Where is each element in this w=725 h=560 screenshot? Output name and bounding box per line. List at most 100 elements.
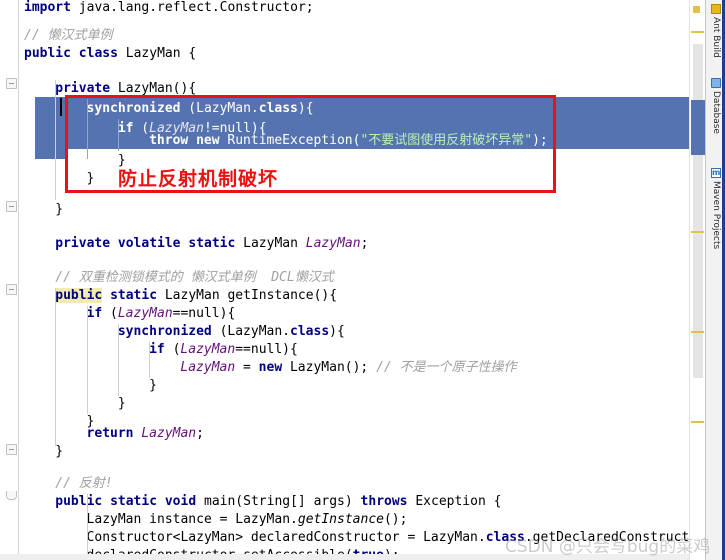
code-token: LazyMan (141, 426, 197, 441)
scrollbar-marker[interactable] (691, 31, 704, 33)
code-token: LazyMan (117, 306, 173, 321)
scrollbar-marker[interactable] (693, 6, 700, 13)
code-token: } (55, 202, 64, 217)
code-token: public (55, 288, 103, 303)
code-token: new (258, 360, 283, 375)
code-line: public class LazyMan { (24, 44, 196, 64)
indent-guide (86, 494, 88, 560)
code-line: synchronized (LazyMan.class){ (118, 322, 345, 342)
code-line: // 反射! (55, 474, 112, 494)
editor-bottom-edge (0, 554, 689, 560)
code-token: static (110, 494, 158, 509)
code-token: } (55, 444, 64, 459)
code-token: ==null){ (172, 306, 236, 321)
code-token: main(String[] args) (196, 494, 361, 509)
scrollbar-thumb[interactable] (693, 44, 703, 378)
code-token: class (258, 101, 298, 116)
indent-guide (55, 288, 57, 446)
code-line: public static LazyMan getInstance(){ (55, 286, 337, 306)
code-line: } (87, 169, 95, 189)
code-token: // 反射! (55, 476, 113, 491)
database-icon (711, 78, 721, 88)
code-editor[interactable]: import java.lang.reflect.Constructor; // … (0, 0, 689, 560)
code-token: LazyMan { (117, 46, 197, 61)
code-token: class (290, 324, 330, 339)
code-token: RuntimeException( (219, 133, 361, 148)
code-token: return (86, 426, 134, 441)
indent-guide (86, 306, 88, 414)
tool-window-tab-ant-build[interactable]: Ant Build (706, 4, 725, 58)
code-token: (LazyMan. (211, 324, 291, 339)
code-line: Constructor<LazyMan> declaredConstructor… (87, 528, 689, 548)
code-token: // 不是一个原子性操作 (376, 360, 517, 375)
code-line: return LazyMan; (87, 424, 204, 444)
code-token: static (188, 236, 236, 251)
code-token: public (24, 46, 71, 61)
maven-icon: m (711, 168, 721, 178)
code-token: getInstance (297, 512, 384, 527)
scrollbar-marker[interactable] (691, 331, 704, 333)
code-token: } (149, 378, 157, 393)
code-token: private (55, 81, 111, 96)
ant-icon (711, 4, 721, 14)
tool-window-tab-label: Maven Projects (711, 181, 721, 250)
code-token: LazyMan (305, 236, 361, 251)
code-content[interactable]: import java.lang.reflect.Constructor; // … (0, 0, 689, 560)
code-token: // 懒汉式单例 (24, 28, 113, 43)
code-line: import java.lang.reflect.Constructor; (24, 0, 314, 18)
code-token: LazyMan instance = LazyMan. (86, 512, 298, 527)
code-token: LazyMan (180, 360, 236, 375)
code-token: "不要试图使用反射破坏异常" (360, 133, 533, 148)
code-token: volatile (117, 236, 181, 251)
code-line: } (55, 200, 63, 220)
code-line: throw new RuntimeException("不要试图使用反射破坏异常… (149, 131, 548, 151)
tool-window-tab-database[interactable]: Database (706, 78, 725, 134)
code-token: new (196, 133, 220, 148)
code-token: throws (360, 494, 408, 509)
code-token: LazyMan (180, 342, 236, 357)
indent-guide (117, 119, 119, 151)
code-token: throw (149, 133, 189, 148)
code-token: = (235, 360, 259, 375)
code-token: .getDeclaredConstructor( (524, 530, 689, 545)
code-token: if (86, 306, 103, 321)
tool-window-tab-maven-projects[interactable]: m Maven Projects (706, 168, 725, 249)
code-line: private volatile static LazyMan LazyMan; (55, 234, 368, 254)
code-token: import (24, 0, 71, 15)
scrollbar-marker[interactable] (691, 231, 704, 233)
code-line: if (LazyMan==null){ (87, 304, 236, 324)
indent-guide (149, 342, 151, 378)
code-token: synchronized (117, 324, 212, 339)
ide-editor-window: import java.lang.reflect.Constructor; // … (0, 0, 725, 560)
code-token: ; (196, 426, 204, 441)
code-token: (LazyMan. (180, 101, 259, 116)
code-token: ( (133, 121, 150, 136)
tool-window-tab-label: Ant Build (711, 17, 721, 58)
editor-scrollbar[interactable] (689, 0, 706, 560)
code-token: LazyMan(); (282, 360, 377, 375)
code-token: ( (164, 342, 181, 357)
indent-guide (86, 99, 88, 159)
code-line: if (LazyMan==null){ (149, 340, 298, 360)
code-line: synchronized (LazyMan.class){ (87, 99, 314, 119)
code-token: Constructor<LazyMan> declaredConstructor… (86, 530, 486, 545)
tool-window-bar[interactable]: Ant Build Database m Maven Projects (705, 0, 725, 560)
code-line: // 懒汉式单例 (24, 26, 112, 46)
indent-guide (55, 80, 57, 200)
code-line: public static void main(String[] args) t… (55, 492, 501, 512)
code-token: class (78, 46, 118, 61)
code-token: java.lang.reflect.Constructor; (70, 0, 314, 15)
code-token: LazyMan getInstance(){ (157, 288, 338, 303)
code-token: ( (102, 306, 118, 321)
scrollbar-marker[interactable] (691, 421, 704, 423)
code-token: private (55, 236, 111, 251)
code-token: class (485, 530, 525, 545)
code-token: (); (383, 512, 408, 527)
code-token: Exception { (407, 494, 502, 509)
code-token: ); (532, 133, 548, 148)
tool-window-tab-label: Database (711, 91, 721, 134)
